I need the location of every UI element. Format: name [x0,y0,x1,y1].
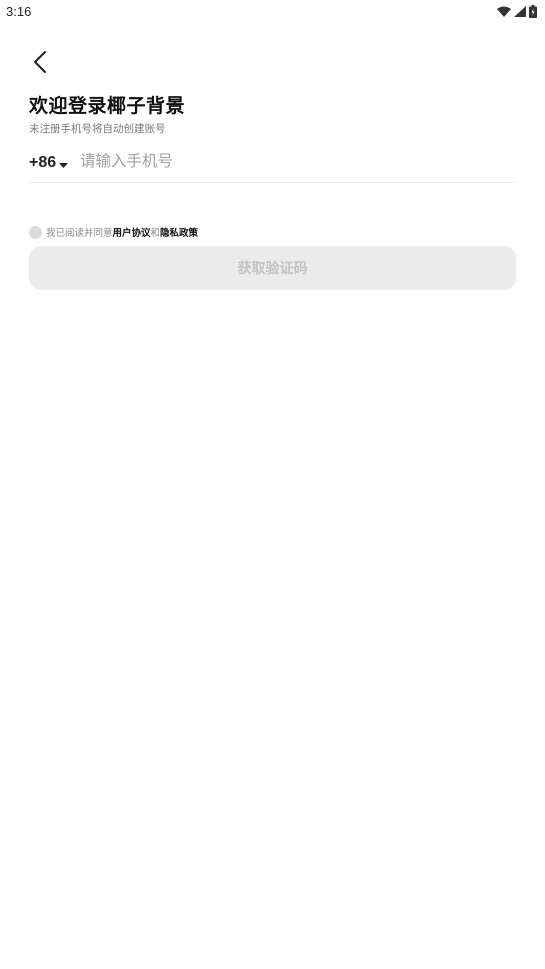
phone-row: +86 [29,144,516,183]
country-code-label: +86 [29,153,57,171]
user-agreement-link[interactable]: 用户协议 [113,225,151,239]
status-bar: 3:16 [0,0,545,24]
agreement-prefix: 我已阅读并同意 [46,228,113,239]
signal-icon [514,5,526,17]
agreement-row: 我已阅读并同意 用户协议 和 隐私政策 [29,225,198,239]
country-code-selector[interactable]: +86 [29,153,69,172]
dropdown-arrow-icon [56,153,69,172]
agreement-joiner: 和 [150,228,161,239]
back-arrow-icon [33,50,47,78]
wifi-icon [497,6,511,17]
phone-input[interactable] [80,148,500,174]
back-button[interactable] [24,48,56,80]
get-code-button[interactable]: 获取验证码 [29,246,516,290]
page-subtitle: 未注册手机号将自动创建账号 [29,123,166,135]
battery-icon [529,4,537,18]
status-time: 3:16 [6,4,32,19]
agree-checkbox[interactable] [29,225,42,239]
privacy-policy-link[interactable]: 隐私政策 [160,225,198,239]
status-icons [497,4,537,18]
page-title: 欢迎登录椰子背景 [29,95,186,117]
